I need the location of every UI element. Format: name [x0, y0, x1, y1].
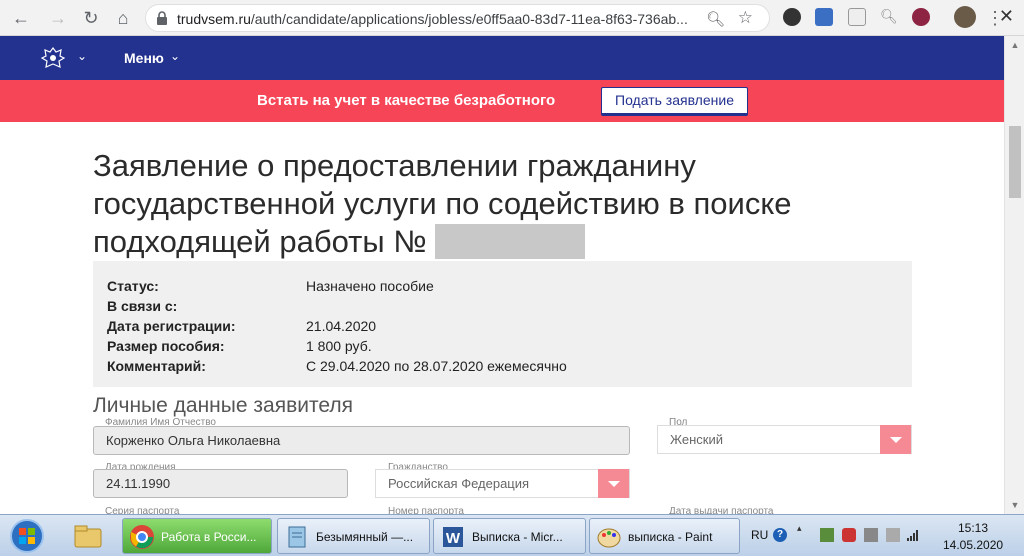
redacted-number	[435, 224, 586, 259]
download-extension-icon[interactable]	[783, 8, 801, 26]
close-icon[interactable]: ✕	[999, 6, 1014, 27]
help-icon[interactable]: ?	[773, 528, 787, 542]
word-icon: W	[443, 527, 463, 547]
page-title: Заявление о предоставлении гражданину го…	[93, 148, 792, 259]
speaker-icon[interactable]	[886, 528, 900, 542]
home-icon[interactable]: ⌂	[112, 7, 134, 29]
chevron-down-icon[interactable]: ⌄	[170, 49, 180, 63]
clock-time[interactable]: 15:13	[958, 521, 988, 535]
address-bar[interactable]: trudvsem.ru/auth/candidate/applications/…	[145, 4, 770, 32]
shield-extension-icon[interactable]	[848, 8, 866, 26]
scrollbar[interactable]: ▲ ▼	[1004, 36, 1024, 514]
search-extension-icon[interactable]: 🔍︎	[880, 8, 898, 26]
reload-icon[interactable]: ↻	[80, 7, 102, 29]
registration-banner: Встать на учет в качестве безработного П…	[0, 80, 1004, 122]
task-chrome[interactable]: Работа в Росси...	[122, 518, 272, 554]
task-word[interactable]: W Выписка - Micr...	[433, 518, 586, 554]
emblem-icon[interactable]	[40, 45, 66, 71]
banner-text: Встать на учет в качестве безработного	[257, 92, 556, 109]
back-icon[interactable]: ←	[10, 7, 32, 29]
passport-date-label: Дата выдачи паспорта	[669, 506, 774, 514]
chevron-down-icon[interactable]	[598, 469, 629, 498]
birth-date-field[interactable]: 24.11.1990	[93, 469, 348, 498]
tray-app-icon[interactable]	[820, 528, 834, 542]
extension-icon[interactable]	[815, 8, 833, 26]
chevron-down-icon[interactable]	[880, 425, 911, 454]
language-indicator[interactable]: RU	[751, 528, 768, 542]
passport-series-label: Серия паспорта	[105, 506, 180, 514]
file-explorer-icon[interactable]	[68, 520, 108, 552]
tray-security-icon[interactable]	[864, 528, 878, 542]
browser-toolbar: ← → ↻ ⌂ trudvsem.ru/auth/candidate/appli…	[0, 0, 1024, 36]
scroll-down-icon[interactable]: ▼	[1010, 500, 1020, 510]
scrollbar-thumb[interactable]	[1009, 126, 1021, 198]
clock-date[interactable]: 14.05.2020	[943, 538, 1003, 552]
task-notepad[interactable]: Безымянный —...	[277, 518, 430, 554]
notepad-icon	[288, 526, 306, 548]
bookmark-star-icon[interactable]: ☆	[738, 8, 753, 28]
page-viewport: ⌄ Меню ⌄ Встать на учет в качестве безра…	[0, 36, 1004, 514]
show-hidden-icons-icon[interactable]: ▴	[797, 523, 807, 537]
taskbar: Работа в Росси... Безымянный —... W Выпи…	[0, 514, 1024, 556]
chevron-down-icon[interactable]: ⌄	[77, 49, 87, 63]
task-paint[interactable]: выписка - Paint	[589, 518, 740, 554]
fio-field[interactable]: Корженко Ольга Николаевна	[93, 426, 630, 455]
zoom-icon[interactable]: 🔍︎	[706, 10, 725, 28]
gender-select[interactable]: Женский	[657, 425, 912, 454]
section-title: Личные данные заявителя	[93, 394, 353, 417]
tray-record-icon[interactable]	[842, 528, 856, 542]
avatar[interactable]	[954, 6, 976, 28]
url-text: trudvsem.ru/auth/candidate/applications/…	[177, 11, 688, 27]
record-extension-icon[interactable]	[912, 8, 930, 26]
forward-icon[interactable]: →	[47, 7, 69, 29]
chrome-icon	[130, 525, 154, 549]
scroll-up-icon[interactable]: ▲	[1010, 40, 1020, 50]
start-button-icon[interactable]	[5, 518, 49, 554]
menu-button[interactable]: Меню	[124, 50, 164, 66]
site-header: ⌄ Меню ⌄	[0, 36, 1004, 80]
paint-icon	[597, 528, 621, 548]
lock-icon	[157, 11, 167, 25]
passport-number-label: Номер паспорта	[388, 506, 464, 514]
citizenship-select[interactable]: Российская Федерация	[375, 469, 630, 498]
svg-text:W: W	[446, 530, 461, 547]
submit-application-button[interactable]: Подать заявление	[601, 87, 748, 116]
status-panel: Статус: Назначено пособие В связи с: Дата…	[93, 261, 912, 387]
network-signal-icon[interactable]	[906, 528, 920, 542]
